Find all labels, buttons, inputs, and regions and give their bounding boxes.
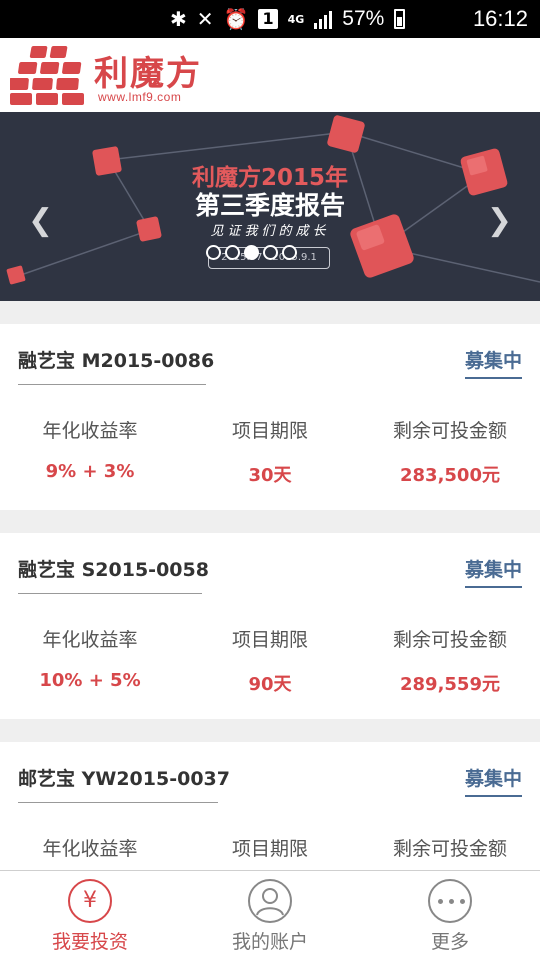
status-badge: 募集中 xyxy=(464,346,522,379)
carousel-dot-active[interactable] xyxy=(244,245,259,260)
term-value: 90天 xyxy=(248,674,292,695)
logo-url: www.lmf9.com xyxy=(98,90,182,104)
rate-value: 9% + 3% xyxy=(45,461,135,482)
status-bar: ✱ ✕ ⏰ 1 4G 57% 16:12 xyxy=(0,0,540,38)
nav-account[interactable]: 我的账户 xyxy=(180,871,360,960)
remaining-value: 283,500元 xyxy=(400,465,500,486)
remaining-column: 剩余可投金额 289,559元 xyxy=(360,625,540,696)
term-label: 项目期限 xyxy=(231,838,308,860)
banner-subtitle: 第三季度报告 xyxy=(194,191,345,220)
term-value: 30天 xyxy=(248,465,292,486)
remaining-label: 剩余可投金额 xyxy=(392,420,507,442)
term-column: 项目期限 xyxy=(180,834,360,861)
product-card[interactable]: 融艺宝 S2015-0058 募集中 年化收益率 10% + 5% 项目期限 9… xyxy=(0,533,540,719)
product-name: 邮艺宝 YW2015-0037 xyxy=(18,768,230,790)
term-label: 项目期限 xyxy=(231,420,308,442)
more-icon xyxy=(428,879,472,923)
status-badge: 募集中 xyxy=(464,764,522,797)
signal-icon xyxy=(314,9,333,29)
bottom-nav: ¥ 我要投资 我的账户 更多 xyxy=(0,870,540,960)
rate-column: 年化收益率 10% + 5% xyxy=(0,625,180,691)
status-icons: ✱ ✕ ⏰ 1 4G 57% xyxy=(170,0,406,38)
remaining-column: 剩余可投金额 283,500元 xyxy=(360,416,540,487)
carousel-indicators xyxy=(206,245,297,260)
title-divider xyxy=(18,802,218,803)
rate-label: 年化收益率 xyxy=(42,629,138,651)
product-card[interactable]: 融艺宝 M2015-0086 募集中 年化收益率 9% + 3% 项目期限 30… xyxy=(0,324,540,510)
logo-cube-icon xyxy=(10,46,84,105)
carousel-dot[interactable] xyxy=(206,245,221,260)
nav-account-label: 我的账户 xyxy=(231,931,308,953)
title-divider xyxy=(18,593,202,594)
title-divider xyxy=(18,384,206,385)
nav-more[interactable]: 更多 xyxy=(360,871,540,960)
product-card[interactable]: 邮艺宝 YW2015-0037 募集中 年化收益率 项目期限 剩余可投金额 xyxy=(0,742,540,870)
battery-percent: 57% xyxy=(342,7,385,30)
rate-value: 10% + 5% xyxy=(39,670,141,691)
alarm-icon: ⏰ xyxy=(223,7,249,31)
product-name: 融艺宝 M2015-0086 xyxy=(18,350,215,372)
banner-slogan: 见证我们的成长 xyxy=(210,224,330,239)
promo-banner[interactable]: ❮ ❯ 利魔方2015年 第三季度报告 见证我们的成长 2015.07 - 20… xyxy=(0,112,540,301)
status-badge: 募集中 xyxy=(464,555,522,588)
remaining-value: 289,559元 xyxy=(400,674,500,695)
term-column: 项目期限 90天 xyxy=(180,625,360,696)
rate-label: 年化收益率 xyxy=(42,420,138,442)
nav-invest-label: 我要投资 xyxy=(51,931,128,953)
product-name: 融艺宝 S2015-0058 xyxy=(18,559,209,581)
logo-text: 利魔方 xyxy=(94,54,202,94)
rate-label: 年化收益率 xyxy=(42,838,138,860)
carousel-dot[interactable] xyxy=(263,245,278,260)
clock: 16:12 xyxy=(472,6,528,31)
bluetooth-icon: ✱ xyxy=(170,7,187,31)
rate-column: 年化收益率 xyxy=(0,834,180,861)
mute-icon: ✕ xyxy=(196,7,214,31)
rate-column: 年化收益率 9% + 3% xyxy=(0,416,180,482)
term-column: 项目期限 30天 xyxy=(180,416,360,487)
battery-icon xyxy=(394,9,406,29)
yen-symbol: ¥ xyxy=(83,888,97,913)
nav-more-label: 更多 xyxy=(430,931,469,953)
notification-badge: 1 xyxy=(258,9,278,29)
carousel-dot[interactable] xyxy=(282,245,297,260)
term-label: 项目期限 xyxy=(231,629,308,651)
app-header: 利魔方 www.lmf9.com xyxy=(0,38,540,112)
remaining-label: 剩余可投金额 xyxy=(392,838,507,860)
network-type-label: 4G xyxy=(287,12,305,26)
carousel-dot[interactable] xyxy=(225,245,240,260)
nav-invest[interactable]: ¥ 我要投资 xyxy=(0,871,180,960)
user-icon xyxy=(248,879,292,923)
yen-icon: ¥ xyxy=(68,879,112,923)
remaining-column: 剩余可投金额 xyxy=(360,834,540,861)
remaining-label: 剩余可投金额 xyxy=(392,629,507,651)
